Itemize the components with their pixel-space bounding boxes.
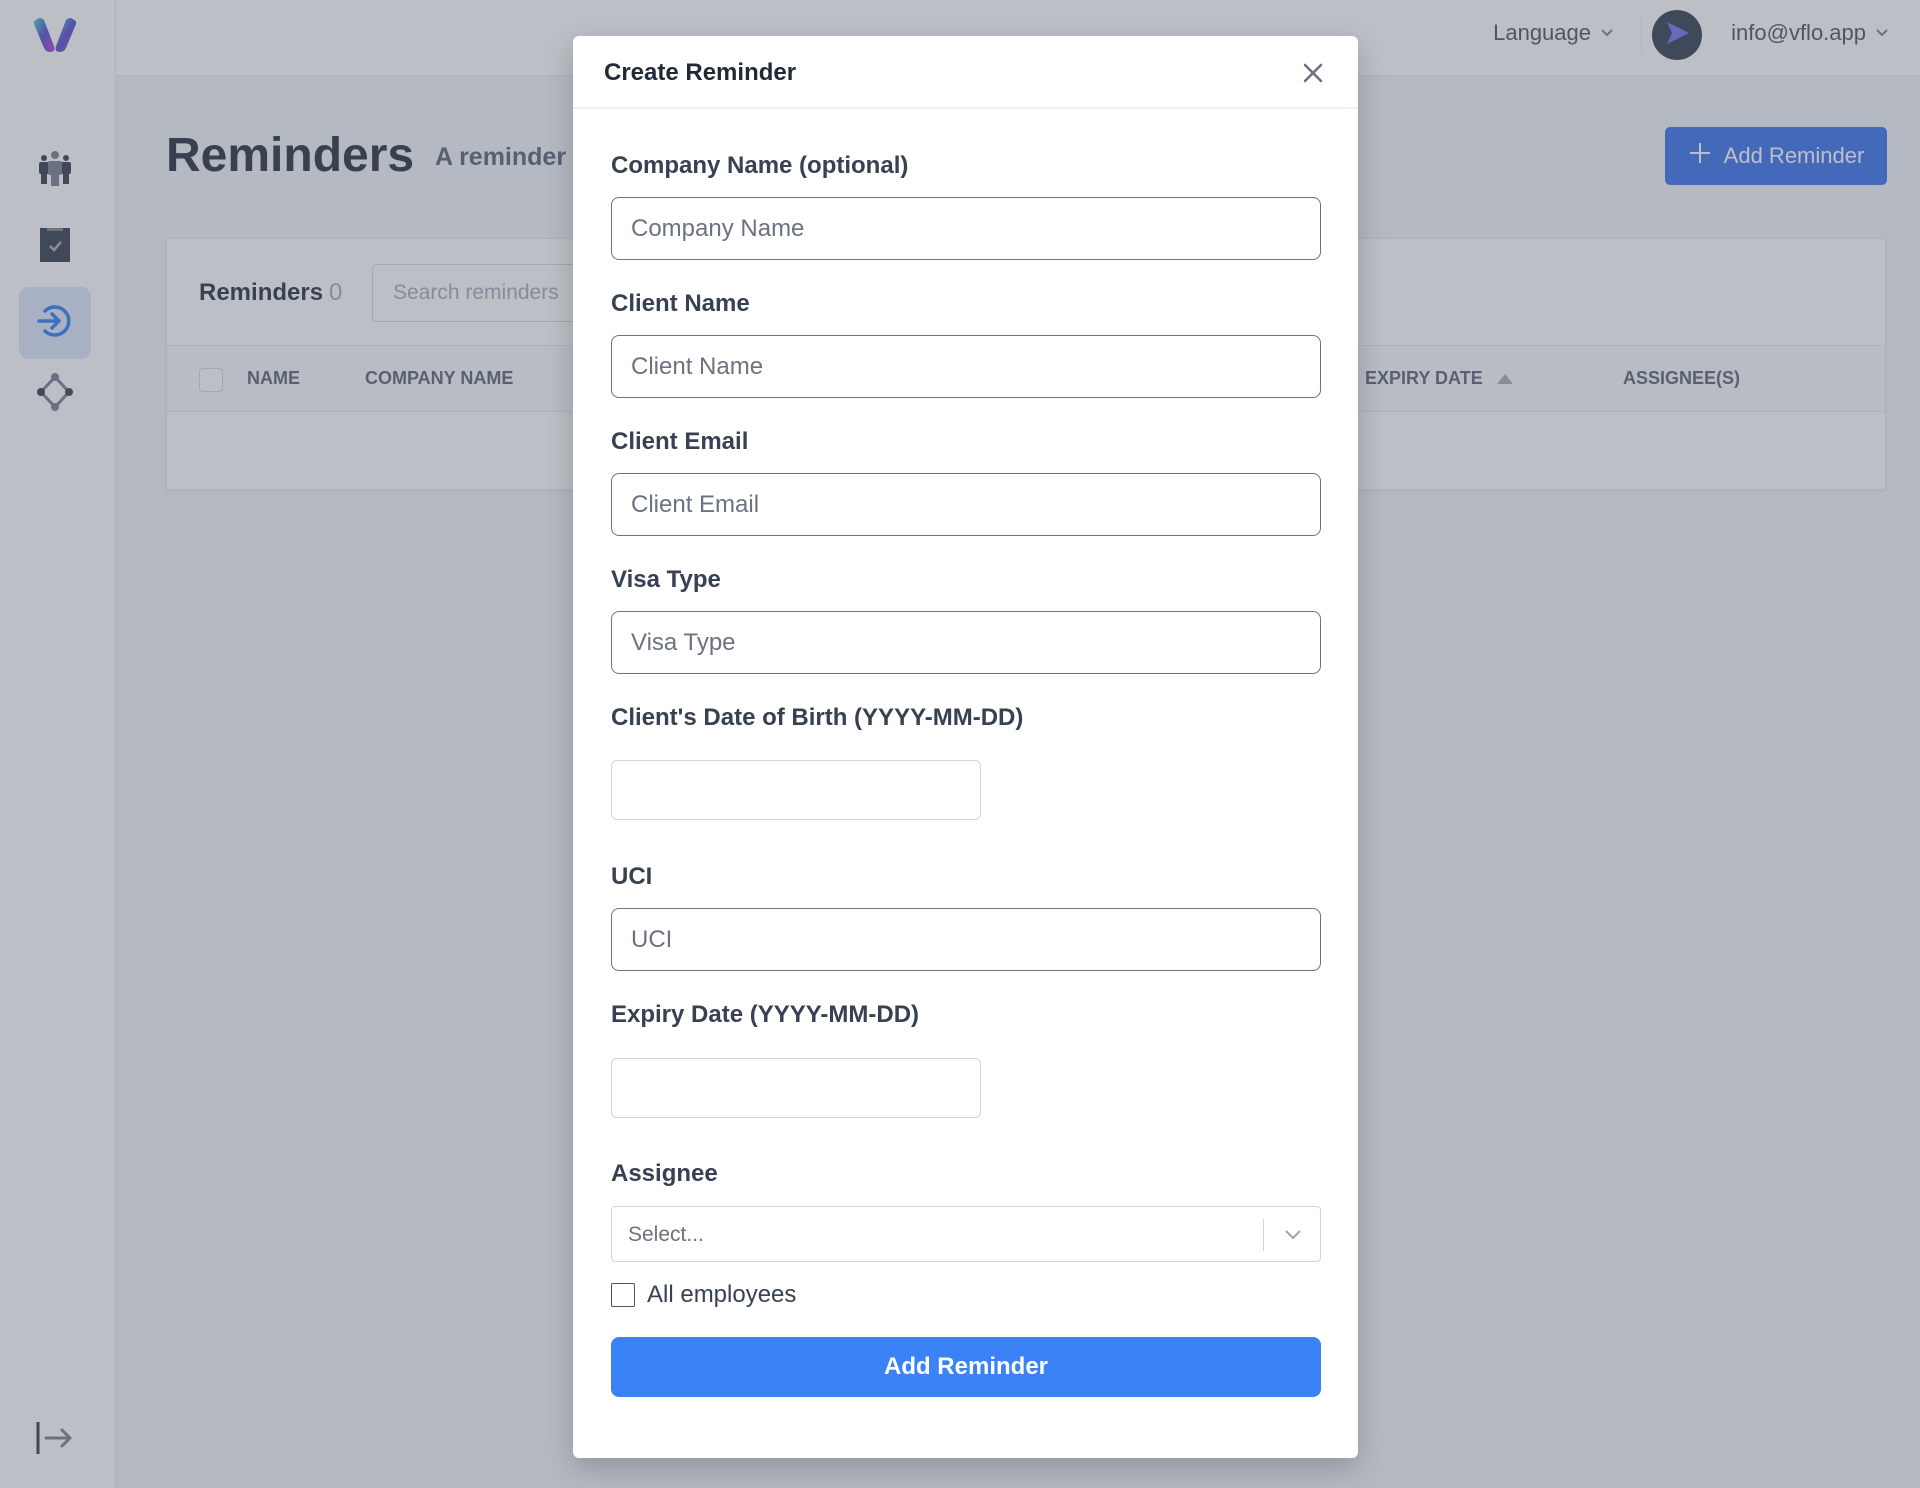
visa-type-input[interactable] [611, 611, 1321, 674]
close-icon [1298, 63, 1328, 91]
visa-type-label: Visa Type [611, 566, 721, 593]
create-reminder-modal: Create Reminder Company Name (optional) … [573, 36, 1358, 1458]
client-email-input[interactable] [611, 473, 1321, 536]
all-employees-checkbox[interactable] [611, 1283, 635, 1307]
select-separator [1263, 1219, 1264, 1251]
modal-title: Create Reminder [604, 59, 797, 86]
date-of-birth-input[interactable] [611, 760, 981, 820]
client-name-label: Client Name [611, 290, 750, 317]
assignee-select-placeholder: Select... [628, 1223, 704, 1246]
client-name-input[interactable] [611, 335, 1321, 398]
submit-add-reminder-button[interactable]: Add Reminder [611, 1337, 1321, 1397]
modal-header: Create Reminder [573, 36, 1358, 109]
company-name-label: Company Name (optional) [611, 152, 909, 179]
expiry-date-input[interactable] [611, 1058, 981, 1118]
close-button[interactable] [1298, 58, 1328, 88]
all-employees-label: All employees [647, 1281, 797, 1308]
assignee-select[interactable]: Select... [611, 1206, 1321, 1262]
uci-input[interactable] [611, 908, 1321, 971]
expiry-date-label: Expiry Date (YYYY-MM-DD) [611, 1001, 920, 1028]
all-employees-option[interactable]: All employees [611, 1281, 796, 1309]
chevron-down-icon[interactable] [1280, 1221, 1306, 1247]
client-email-label: Client Email [611, 428, 749, 455]
company-name-input[interactable] [611, 197, 1321, 260]
assignee-label: Assignee [611, 1160, 718, 1187]
uci-label: UCI [611, 863, 653, 890]
date-of-birth-label: Client's Date of Birth (YYYY-MM-DD) [611, 704, 1024, 731]
